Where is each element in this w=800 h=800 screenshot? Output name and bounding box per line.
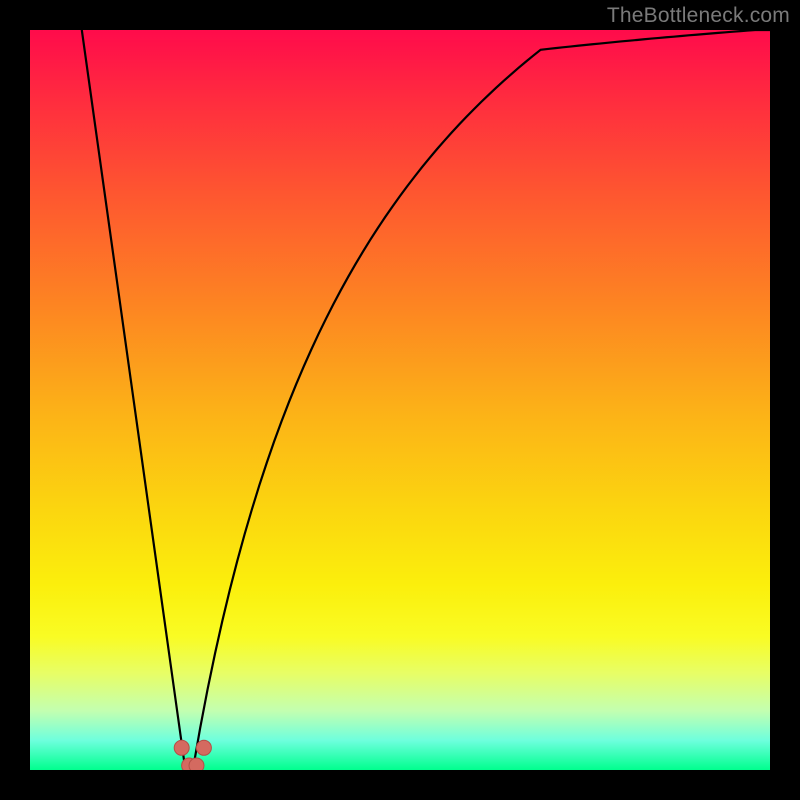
valley-markers	[174, 740, 211, 770]
plot-area	[30, 30, 770, 770]
curve-svg	[30, 30, 770, 770]
valley-marker	[174, 740, 189, 755]
chart-container: TheBottleneck.com	[0, 0, 800, 800]
watermark-text: TheBottleneck.com	[607, 4, 790, 28]
valley-marker	[196, 740, 211, 755]
curve-left-branch	[82, 30, 186, 770]
curve-right-branch	[193, 30, 770, 770]
valley-marker	[189, 758, 204, 770]
